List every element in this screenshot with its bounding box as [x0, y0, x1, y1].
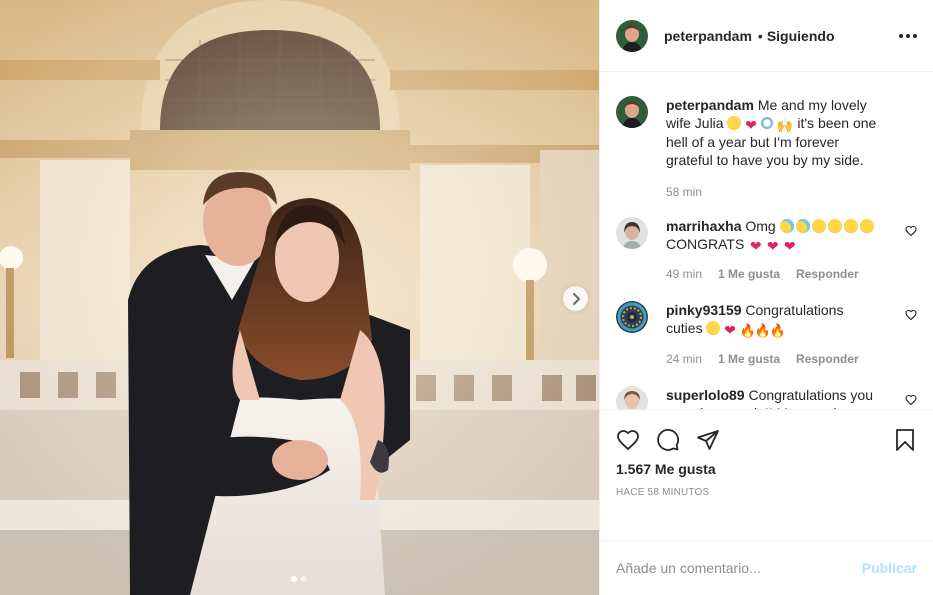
- red-heart-icon: ❤: [724, 322, 736, 338]
- comment-meta: 49 min 1 Me gusta Responder: [666, 265, 882, 283]
- smiling-face-with-hearts-icon: [859, 219, 874, 233]
- comment-username[interactable]: superlolo89: [666, 387, 745, 403]
- ring-icon: [760, 116, 775, 130]
- comment-item: superlolo89 Congratulations you amazing …: [616, 386, 917, 409]
- post-details-panel: peterpandam • Siguiendo peterpandam Me a…: [599, 0, 933, 595]
- comment-text-start: Omg: [745, 218, 776, 234]
- comment-username[interactable]: marrihaxha: [666, 218, 741, 234]
- comment-likes[interactable]: 1 Me gusta: [718, 265, 780, 283]
- carousel-indicator: [291, 576, 307, 582]
- more-horizontal-icon: [899, 33, 903, 38]
- author-avatar[interactable]: [616, 19, 648, 52]
- comment-time[interactable]: 24 min: [666, 350, 702, 368]
- carousel-dot-1: [291, 576, 297, 582]
- crying-face-icon: [779, 219, 794, 233]
- comment-time[interactable]: 49 min: [666, 265, 702, 283]
- caption-meta: 58 min: [666, 183, 882, 201]
- smiling-face-with-hearts-icon: [811, 219, 826, 233]
- comment-meta: 24 min 1 Me gusta Responder: [666, 350, 882, 368]
- red-heart-icon: ❤: [745, 117, 757, 133]
- likes-count[interactable]: 1.567 Me gusta: [600, 461, 933, 477]
- smiling-face-with-heart-eyes-icon: [706, 321, 721, 335]
- comment-text-end: CONGRATS: [666, 236, 745, 252]
- save-button[interactable]: [893, 428, 917, 452]
- red-heart-icon: ❤: [749, 238, 762, 254]
- comment-bubble-icon: [657, 428, 679, 451]
- avatar-image: [616, 301, 648, 333]
- like-comment-heart-icon[interactable]: [905, 309, 917, 321]
- comment-item: marrihaxha Omg CONGRATS ❤ ❤ ❤ 49 min 1 Me …: [616, 217, 917, 283]
- comment-body: pinky93159 Congratulations cuties ❤ 🔥🔥🔥 2…: [666, 301, 882, 368]
- avatar-image: [616, 19, 648, 52]
- paper-plane-icon: [697, 429, 719, 450]
- bookmark-icon: [896, 428, 914, 451]
- carousel-dot-2: [301, 576, 307, 582]
- reply-button[interactable]: Responder: [796, 265, 859, 283]
- comment-likes[interactable]: 1 Me gusta: [718, 350, 780, 368]
- instagram-post: peterpandam • Siguiendo peterpandam Me a…: [0, 0, 933, 595]
- red-heart-icon: ❤: [783, 238, 796, 254]
- comment-input[interactable]: [616, 560, 862, 576]
- post-header: peterpandam • Siguiendo: [600, 0, 933, 72]
- avatar-image: [616, 217, 648, 249]
- commenter-avatar[interactable]: [616, 301, 648, 333]
- comment-body: superlolo89 Congratulations you amazing …: [666, 386, 882, 409]
- chevron-right-icon: [572, 292, 580, 305]
- author-username[interactable]: peterpandam: [664, 28, 752, 44]
- action-bar: [600, 410, 933, 458]
- more-options-button[interactable]: [899, 28, 917, 44]
- avatar-image: [616, 386, 648, 409]
- like-button[interactable]: [616, 428, 640, 452]
- caption-body: peterpandam Me and my lovely wife Julia …: [666, 96, 882, 201]
- caption-time[interactable]: 58 min: [666, 183, 702, 201]
- add-comment-bar: Publicar: [600, 540, 933, 595]
- post-photo[interactable]: [0, 0, 599, 595]
- fire-icon: 🔥: [754, 323, 771, 338]
- post-caption: peterpandam Me and my lovely wife Julia …: [616, 96, 917, 201]
- post-actions: 1.567 Me gusta HACE 58 MINUTOS Publicar: [600, 409, 933, 595]
- red-heart-icon: ❤: [766, 238, 779, 254]
- fire-icon: 🔥: [769, 323, 786, 338]
- commenter-avatar[interactable]: [616, 386, 648, 409]
- comment-username[interactable]: pinky93159: [666, 302, 742, 318]
- next-photo-button[interactable]: [563, 286, 588, 311]
- raising-hands-icon: 🙌: [776, 118, 793, 133]
- smiling-face-with-hearts-icon: [827, 219, 842, 233]
- like-comment-heart-icon[interactable]: [905, 225, 917, 237]
- following-button[interactable]: Siguiendo: [767, 28, 835, 44]
- caption-author-avatar[interactable]: [616, 96, 648, 128]
- crying-face-icon: [795, 219, 810, 233]
- comment-item: pinky93159 Congratulations cuties ❤ 🔥🔥🔥 2…: [616, 301, 917, 368]
- reply-button[interactable]: Responder: [796, 350, 859, 368]
- caption-username[interactable]: peterpandam: [666, 97, 754, 113]
- wedding-photo: [0, 0, 599, 595]
- commenter-avatar[interactable]: [616, 217, 648, 249]
- comment-button[interactable]: [656, 428, 680, 452]
- smiling-face-with-hearts-icon: [727, 116, 742, 130]
- share-button[interactable]: [696, 428, 720, 452]
- fire-icon: 🔥: [739, 323, 756, 338]
- heart-icon: [617, 429, 639, 450]
- header-separator: •: [757, 27, 763, 44]
- comment-body: marrihaxha Omg CONGRATS ❤ ❤ ❤ 49 min 1 Me …: [666, 217, 882, 283]
- avatar-image: [616, 96, 648, 128]
- comments-list[interactable]: peterpandam Me and my lovely wife Julia …: [600, 72, 933, 409]
- smiling-face-with-hearts-icon: [843, 219, 858, 233]
- publish-button[interactable]: Publicar: [862, 560, 917, 576]
- like-comment-heart-icon[interactable]: [905, 394, 917, 406]
- post-time-ago[interactable]: HACE 58 MINUTOS: [600, 487, 933, 498]
